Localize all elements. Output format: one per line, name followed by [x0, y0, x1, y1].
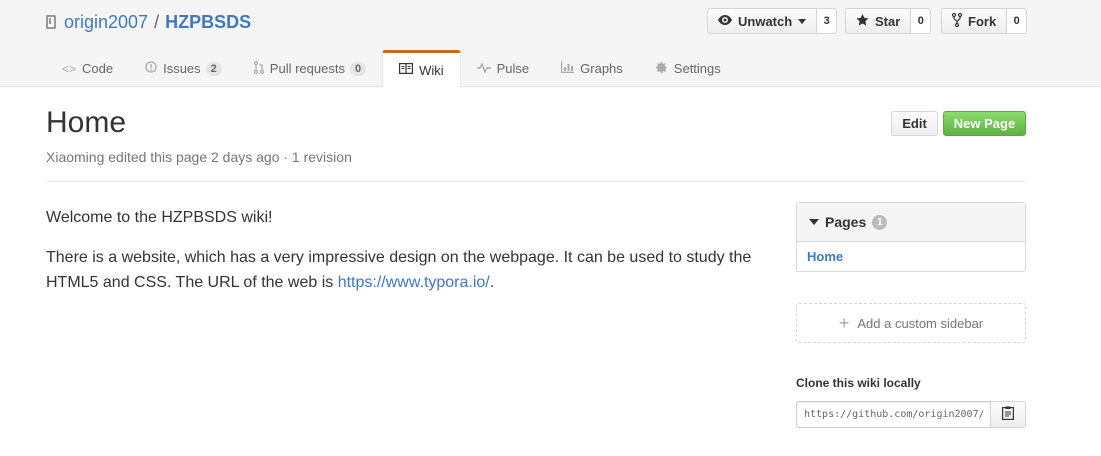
star-group: Star 0	[845, 8, 932, 34]
wiki-content: Welcome to the HZPBSDS wiki! There is a …	[46, 205, 766, 310]
tab-settings[interactable]: Settings	[639, 50, 737, 87]
tab-pull-requests[interactable]: Pull requests 0	[238, 50, 382, 87]
issues-counter: 2	[205, 61, 222, 76]
watchers-count[interactable]: 3	[817, 8, 838, 34]
clone-label: Clone this wiki locally	[796, 376, 921, 390]
issue-icon	[145, 61, 157, 76]
code-icon: <>	[62, 61, 77, 76]
copy-to-clipboard-button[interactable]	[990, 401, 1026, 428]
pages-toggle[interactable]: Pages 1	[797, 203, 1025, 242]
repo-header: origin2007 / HZPBSDS Unwatch 3 Star 0 Fo…	[0, 0, 1101, 88]
unwatch-button[interactable]: Unwatch	[707, 8, 818, 34]
pull-request-icon	[253, 60, 264, 77]
unwatch-label: Unwatch	[738, 13, 793, 29]
triangle-down-icon	[809, 219, 819, 225]
path-separator: /	[154, 11, 160, 32]
repo-name-link[interactable]: HZPBSDS	[165, 12, 251, 33]
repo-icon	[46, 15, 56, 29]
page-meta: Xiaoming edited this page 2 days ago · 1…	[46, 149, 352, 165]
clipboard-icon	[1002, 406, 1015, 423]
page-link-home[interactable]: Home	[797, 242, 1025, 271]
add-custom-sidebar-label: Add a custom sidebar	[857, 315, 984, 331]
paragraph-end: .	[489, 274, 495, 291]
tab-code[interactable]: <> Code	[46, 50, 129, 87]
tab-graphs-label: Graphs	[580, 61, 623, 76]
star-label: Star	[875, 13, 901, 29]
add-custom-sidebar[interactable]: + Add a custom sidebar	[796, 303, 1026, 343]
pull-requests-counter: 0	[349, 61, 367, 76]
stars-count[interactable]: 0	[911, 8, 932, 34]
tab-settings-label: Settings	[673, 61, 721, 76]
fork-button[interactable]: Fork	[941, 8, 1008, 34]
star-button[interactable]: Star	[845, 8, 912, 34]
gear-icon	[655, 61, 668, 77]
star-icon	[856, 13, 869, 29]
tab-graphs[interactable]: Graphs	[545, 50, 639, 87]
pages-title: Pages	[825, 214, 867, 230]
tab-wiki-label: Wiki	[419, 62, 444, 78]
clone-url-input[interactable]	[796, 401, 991, 428]
pages-count-badge: 1	[872, 214, 888, 230]
header-divider	[46, 181, 1026, 182]
edit-button[interactable]: Edit	[891, 111, 938, 136]
fork-group: Fork 0	[941, 8, 1028, 34]
graph-icon	[561, 61, 575, 76]
chevron-down-icon	[798, 18, 807, 24]
page-title: Home	[46, 106, 127, 139]
repo-nav: <> Code Issues 2 Pull requests 0 Wiki Pu…	[46, 50, 737, 88]
tab-pulse-label: Pulse	[496, 61, 530, 76]
welcome-text: Welcome to the HZPBSDS wiki!	[46, 209, 273, 226]
forks-count[interactable]: 0	[1007, 8, 1028, 34]
tab-pull-requests-label: Pull requests	[269, 61, 345, 76]
repo-owner-link[interactable]: origin2007	[64, 12, 148, 33]
tab-code-label: Code	[82, 61, 114, 76]
tab-issues[interactable]: Issues 2	[129, 50, 238, 87]
tab-pulse[interactable]: Pulse	[461, 50, 546, 87]
tab-issues-label: Issues	[163, 61, 201, 76]
plus-icon: +	[838, 312, 850, 333]
description-paragraph: There is a website, which has a very imp…	[46, 245, 766, 295]
book-icon	[399, 63, 414, 77]
eye-icon	[718, 14, 732, 28]
repo-title: origin2007 / HZPBSDS	[46, 10, 251, 34]
pulse-icon	[476, 61, 491, 76]
tab-wiki[interactable]: Wiki	[382, 50, 461, 88]
fork-label: Fork	[968, 13, 997, 29]
pages-panel: Pages 1 Home	[796, 202, 1026, 272]
typora-link[interactable]: https://www.typora.io/	[338, 274, 490, 291]
fork-icon	[951, 12, 963, 30]
new-page-button[interactable]: New Page	[943, 111, 1026, 136]
watch-group: Unwatch 3	[707, 8, 838, 34]
